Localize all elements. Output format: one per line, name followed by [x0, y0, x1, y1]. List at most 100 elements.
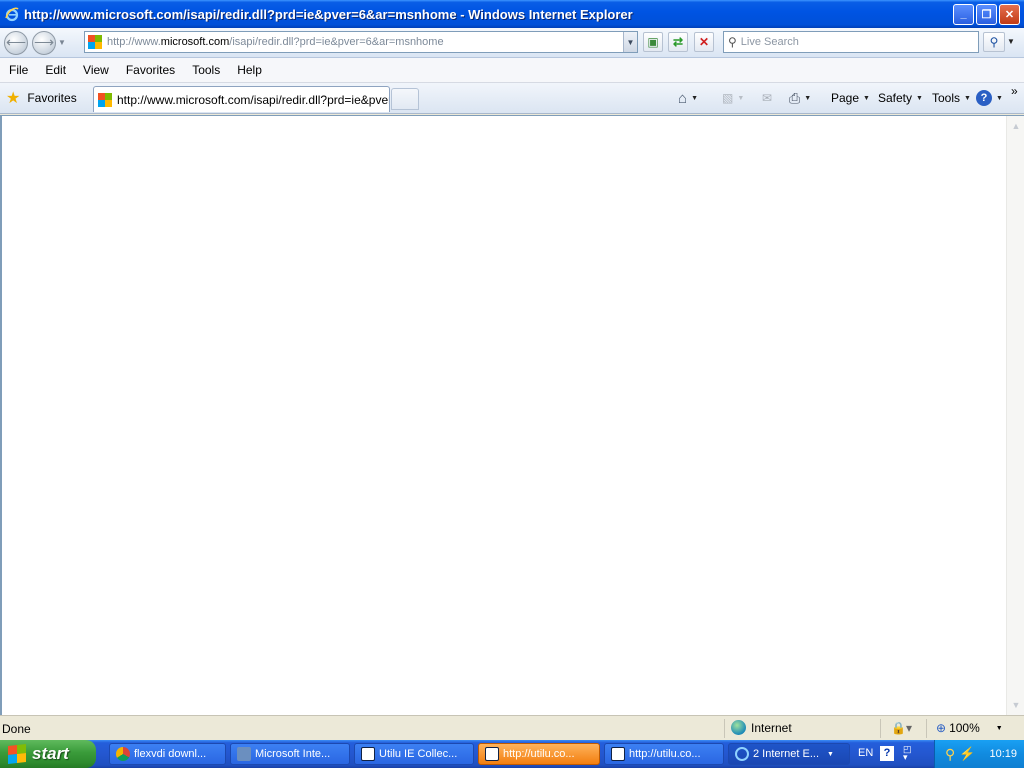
menu-favorites[interactable]: Favorites: [117, 63, 183, 77]
favorites-button[interactable]: ★ Favorites: [6, 88, 77, 108]
forward-button[interactable]: ⟶: [32, 30, 56, 55]
address-url[interactable]: http://www.microsoft.com/isapi/redir.dll…: [107, 36, 623, 48]
status-separator: [880, 719, 881, 738]
maximize-button[interactable]: ❐: [976, 3, 997, 25]
search-field-icon: ⚲: [728, 35, 737, 49]
clock[interactable]: 10:19: [989, 748, 1017, 760]
window-icon: [611, 747, 625, 761]
stop-icon: ✕: [698, 35, 710, 49]
status-separator: [724, 719, 725, 738]
chrome-icon: [116, 747, 130, 761]
mail-icon: ✉: [762, 91, 773, 105]
zoom-dropdown-icon[interactable]: ▼: [996, 725, 1003, 732]
taskbar-group-internet-explorer[interactable]: 2 Internet E... ▼: [728, 743, 850, 765]
stop-button[interactable]: ✕: [694, 32, 714, 52]
taskbar-item-label: http://utilu.co...: [629, 748, 701, 760]
search-box[interactable]: ⚲ Live Search: [723, 31, 979, 53]
protected-mode-icon[interactable]: 🔒▾: [891, 721, 912, 735]
page-content[interactable]: ▲ ▼: [0, 115, 1024, 715]
more-commands-icon[interactable]: »: [1011, 84, 1018, 98]
address-bar[interactable]: http://www.microsoft.com/isapi/redir.dll…: [84, 31, 638, 53]
help-icon[interactable]: ?: [880, 746, 894, 761]
read-mail-button[interactable]: ✉: [762, 87, 772, 109]
navigation-bar: ⟵ ⟶ ▼ http://www.microsoft.com/isapi/red…: [0, 28, 1024, 58]
tab-bar: ★ Favorites http://www.microsoft.com/isa…: [0, 83, 1024, 114]
url-prefix: http://www.: [107, 36, 161, 48]
compatibility-button[interactable]: ▣: [643, 32, 663, 52]
forward-arrow-icon: ⟶: [33, 34, 55, 50]
window-icon: [361, 747, 375, 761]
zone-label: Internet: [751, 720, 792, 735]
print-button[interactable]: ⎙ ▼: [789, 87, 811, 109]
taskbar-item[interactable]: Microsoft Inte...: [230, 743, 350, 765]
language-indicator[interactable]: EN: [858, 747, 873, 759]
search-button[interactable]: ⚲: [983, 32, 1005, 52]
search-options-dropdown-icon[interactable]: ▼: [1007, 37, 1015, 46]
page-menu-button[interactable]: Page ▼: [831, 87, 870, 109]
page-menu-label: Page: [831, 91, 860, 105]
menu-help[interactable]: Help: [228, 63, 270, 77]
menu-tools[interactable]: Tools: [183, 63, 228, 77]
ie-icon: [735, 747, 749, 761]
restore-icon: ❐: [981, 8, 992, 21]
menu-edit[interactable]: Edit: [36, 63, 74, 77]
globe-icon: [731, 720, 746, 735]
microsoft-logo-icon: [98, 92, 112, 107]
url-suffix: /isapi/redir.dll?prd=ie&pver=6&ar=msnhom…: [229, 36, 444, 48]
help-menu-button[interactable]: ? ▼: [976, 87, 1003, 109]
security-zone[interactable]: Internet: [731, 720, 792, 735]
minimize-button[interactable]: _: [953, 3, 974, 25]
star-icon: ★: [6, 90, 21, 107]
status-text: Done: [2, 722, 31, 736]
close-icon: ✕: [1004, 8, 1015, 21]
search-tray-icon[interactable]: ⚲: [945, 746, 955, 763]
back-button[interactable]: ⟵: [4, 30, 28, 55]
language-bar-options-icon[interactable]: ◰ ▾: [903, 745, 912, 762]
page-icon: ▣: [647, 35, 659, 49]
print-dropdown-icon[interactable]: ▼: [804, 95, 811, 102]
menu-bar: File Edit View Favorites Tools Help: [0, 58, 1024, 83]
tab-active[interactable]: http://www.microsoft.com/isapi/redir.dll…: [93, 86, 390, 112]
network-tray-icon[interactable]: ⚡: [959, 746, 975, 762]
minimize-icon: _: [960, 8, 967, 20]
feeds-button[interactable]: ▧ ▼: [722, 87, 744, 109]
taskbar-item[interactable]: http://utilu.co...: [604, 743, 724, 765]
zoom-control[interactable]: ⊕ 100% ▼: [936, 721, 1003, 735]
search-input[interactable]: Live Search: [741, 36, 799, 48]
home-button[interactable]: ⌂ ▼: [678, 87, 698, 109]
home-dropdown-icon[interactable]: ▼: [691, 95, 698, 102]
microsoft-logo-icon: [88, 35, 102, 49]
address-dropdown-button[interactable]: ▼: [623, 32, 637, 52]
scroll-down-icon[interactable]: ▼: [1008, 697, 1024, 713]
taskbar-item-label: Utilu IE Collec...: [379, 748, 458, 760]
tab-title: http://www.microsoft.com/isapi/redir.dll…: [117, 92, 390, 107]
chevron-down-icon: ▼: [996, 94, 1003, 102]
recent-pages-dropdown-icon[interactable]: ▼: [58, 38, 70, 47]
taskbar-item-label: flexvdi downl...: [134, 748, 207, 760]
chevron-down-icon: ▼: [863, 94, 870, 102]
url-domain: microsoft.com: [160, 36, 230, 48]
taskbar-item-label: 2 Internet E...: [753, 748, 820, 760]
feeds-dropdown-icon[interactable]: ▼: [737, 95, 744, 102]
refresh-button[interactable]: ⇄: [668, 32, 688, 52]
menu-file[interactable]: File: [0, 63, 36, 77]
home-icon: ⌂: [678, 89, 688, 107]
tools-menu-button[interactable]: Tools ▼: [932, 87, 971, 109]
status-bar: Done Internet 🔒▾ ⊕ 100% ▼: [0, 715, 1024, 740]
taskbar-item[interactable]: flexvdi downl...: [109, 743, 226, 765]
close-button[interactable]: ✕: [999, 3, 1020, 25]
new-tab-button[interactable]: [391, 88, 419, 110]
zoom-icon: ⊕: [936, 721, 947, 735]
taskbar-item[interactable]: Utilu IE Collec...: [354, 743, 474, 765]
zoom-level: 100%: [949, 721, 980, 735]
taskbar-item-active[interactable]: http://utilu.co...: [478, 743, 600, 765]
printer-icon: ⎙: [789, 89, 801, 106]
ie-setup-icon: [237, 747, 251, 761]
start-label: start: [32, 744, 69, 763]
status-separator: [926, 719, 927, 738]
start-button[interactable]: start: [0, 740, 96, 768]
vertical-scrollbar[interactable]: ▲ ▼: [1006, 116, 1024, 715]
menu-view[interactable]: View: [74, 63, 117, 77]
safety-menu-button[interactable]: Safety ▼: [878, 87, 923, 109]
scroll-up-icon[interactable]: ▲: [1008, 118, 1024, 134]
